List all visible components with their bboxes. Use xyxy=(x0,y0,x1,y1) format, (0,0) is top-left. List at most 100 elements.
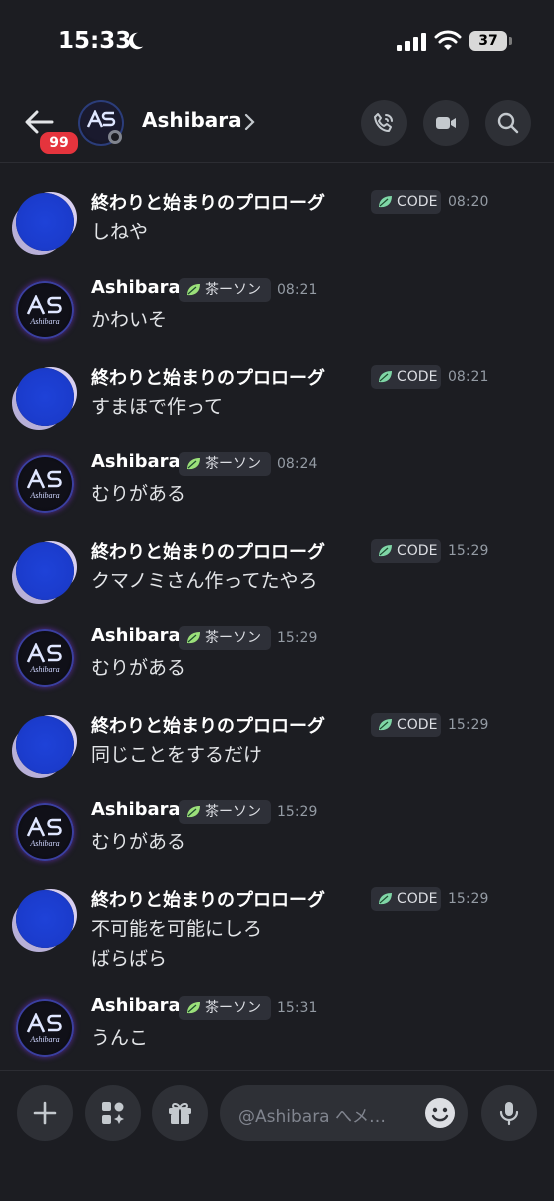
ashibara-avatar[interactable]: Ashibara xyxy=(16,281,74,339)
message-author[interactable]: 終わりと始まりのプロローグ xyxy=(91,712,325,738)
role-tag-label: CODE xyxy=(397,717,438,733)
wifi-icon xyxy=(434,30,462,50)
role-tag[interactable]: 茶ーソン xyxy=(179,626,271,650)
offline-status-dot xyxy=(108,130,122,144)
phone-icon xyxy=(374,113,393,132)
role-tag-label: CODE xyxy=(397,543,438,559)
message-row[interactable]: 終わりと始まりのプロローグ CODE 15:29 クマノミさん作ってたやろ xyxy=(0,536,554,605)
message-row[interactable]: 終わりと始まりのプロローグ CODE 15:29 同じことをするだけ xyxy=(0,710,554,779)
leaf-icon xyxy=(187,458,200,470)
avatar-logo-text: Ashibara xyxy=(30,1035,60,1044)
role-tag[interactable]: CODE xyxy=(371,887,441,911)
message-row[interactable]: Ashibara Ashibara 茶ーソン 08:24 むりがある xyxy=(0,449,554,518)
message-row[interactable]: 終わりと始まりのプロローグ CODE 08:21 すまほで作って xyxy=(0,362,554,431)
leaf-icon xyxy=(379,545,392,557)
role-tag[interactable]: CODE xyxy=(371,539,441,563)
signal-icon xyxy=(397,33,426,51)
emoji-icon[interactable] xyxy=(424,1097,456,1129)
role-tag[interactable]: CODE xyxy=(371,713,441,737)
avatar-logo-text: Ashibara xyxy=(30,665,60,674)
message-timestamp: 15:29 xyxy=(277,630,318,646)
voice-call-button[interactable] xyxy=(361,100,407,146)
message-text: すまほで作って xyxy=(91,396,224,418)
message-text: しねや xyxy=(91,221,149,243)
role-tag-label: CODE xyxy=(397,891,438,907)
battery-indicator: 37 xyxy=(469,31,512,51)
ashibara-logo-icon xyxy=(26,643,62,663)
blue-avatar[interactable] xyxy=(16,716,74,774)
role-tag[interactable]: 茶ーソン xyxy=(179,800,271,824)
message-row[interactable]: 終わりと始まりのプロローグ CODE 08:20 しねや xyxy=(0,187,554,256)
message-text: 同じことをするだけ xyxy=(91,744,263,766)
leaf-icon xyxy=(379,893,392,905)
avatar-logo-text: Ashibara xyxy=(30,491,60,500)
message-author[interactable]: 終わりと始まりのプロローグ xyxy=(91,886,325,912)
voice-message-button[interactable] xyxy=(481,1085,537,1141)
status-bar: 15:33 37 xyxy=(0,0,554,80)
role-tag[interactable]: CODE xyxy=(371,365,441,389)
message-timestamp: 15:29 xyxy=(277,804,318,820)
plus-icon xyxy=(33,1101,57,1125)
role-tag-label: 茶ーソン xyxy=(205,804,261,820)
ashibara-logo-icon xyxy=(26,295,62,315)
message-timestamp: 08:21 xyxy=(277,282,318,298)
ashibara-avatar[interactable]: Ashibara xyxy=(16,629,74,687)
message-list[interactable]: 終わりと始まりのプロローグ CODE 08:20 しねや Ashibara Ashibar… xyxy=(0,163,554,1068)
message-author[interactable]: 終わりと始まりのプロローグ xyxy=(91,538,325,564)
message-row[interactable]: Ashibara Ashibara 茶ーソン 15:29 むりがある xyxy=(0,797,554,866)
role-tag-label: CODE xyxy=(397,194,438,210)
avatar-logo-text: Ashibara xyxy=(30,317,60,326)
role-tag-label: 茶ーソン xyxy=(205,456,261,472)
message-author[interactable]: Ashibara xyxy=(91,451,181,472)
role-tag-label: CODE xyxy=(397,369,438,385)
message-author[interactable]: 終わりと始まりのプロローグ xyxy=(91,189,325,215)
message-timestamp: 08:24 xyxy=(277,456,318,472)
message-text: 不可能を可能にしろ xyxy=(91,918,263,940)
role-tag[interactable]: 茶ーソン xyxy=(179,452,271,476)
moon-icon xyxy=(128,32,144,50)
leaf-icon xyxy=(187,632,200,644)
gift-button[interactable] xyxy=(152,1085,208,1141)
message-row[interactable]: 終わりと始まりのプロローグ CODE 15:29 不可能を可能にしろ ばらばら xyxy=(0,884,554,982)
apps-button[interactable] xyxy=(85,1085,141,1141)
message-author[interactable]: Ashibara xyxy=(91,625,181,646)
message-author[interactable]: Ashibara xyxy=(91,277,181,298)
blue-avatar[interactable] xyxy=(16,193,74,251)
message-row[interactable]: Ashibara Ashibara 茶ーソン 08:21 かわいそ xyxy=(0,275,554,344)
message-author[interactable]: Ashibara xyxy=(91,995,181,1016)
message-composer: @Ashibara へメ… xyxy=(0,1070,554,1201)
blue-avatar[interactable] xyxy=(16,368,74,426)
chevron-right-icon[interactable] xyxy=(243,112,255,132)
message-text: ばらばら xyxy=(91,948,168,970)
blue-avatar[interactable] xyxy=(16,890,74,948)
video-camera-icon xyxy=(436,117,456,129)
channel-title[interactable]: Ashibara xyxy=(142,108,242,132)
ashibara-logo-icon xyxy=(86,110,116,128)
gift-icon xyxy=(169,1102,191,1124)
role-tag[interactable]: CODE xyxy=(371,190,441,214)
message-text: かわいそ xyxy=(91,309,168,331)
role-tag[interactable]: 茶ーソン xyxy=(179,278,271,302)
leaf-icon xyxy=(187,1002,200,1014)
role-tag-label: 茶ーソン xyxy=(205,630,261,646)
message-text: むりがある xyxy=(91,483,187,505)
role-tag-label: 茶ーソン xyxy=(205,282,261,298)
message-timestamp: 08:21 xyxy=(448,369,489,385)
ashibara-avatar[interactable]: Ashibara xyxy=(16,999,74,1057)
message-row[interactable]: Ashibara Ashibara 茶ーソン 15:31 うんこ xyxy=(0,993,554,1062)
status-time: 15:33 xyxy=(58,28,132,54)
apps-sparkle-icon xyxy=(102,1102,124,1124)
search-button[interactable] xyxy=(485,100,531,146)
message-input[interactable]: @Ashibara へメ… xyxy=(220,1085,468,1141)
attach-button[interactable] xyxy=(17,1085,73,1141)
role-tag[interactable]: 茶ーソン xyxy=(179,996,271,1020)
ashibara-avatar[interactable]: Ashibara xyxy=(16,455,74,513)
message-row[interactable]: Ashibara Ashibara 茶ーソン 15:29 むりがある xyxy=(0,623,554,692)
message-timestamp: 08:20 xyxy=(448,194,489,210)
blue-avatar[interactable] xyxy=(16,542,74,600)
message-author[interactable]: Ashibara xyxy=(91,799,181,820)
video-call-button[interactable] xyxy=(423,100,469,146)
role-tag-label: 茶ーソン xyxy=(205,1000,261,1016)
message-author[interactable]: 終わりと始まりのプロローグ xyxy=(91,364,325,390)
ashibara-avatar[interactable]: Ashibara xyxy=(16,803,74,861)
